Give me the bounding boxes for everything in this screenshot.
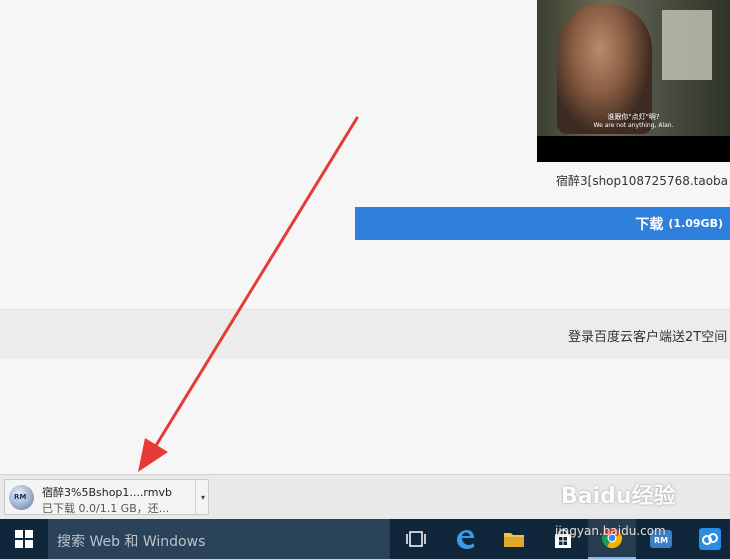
rm-file-icon: RM [9, 485, 34, 510]
taskbar: 搜索 Web 和 Windows RM [0, 519, 730, 559]
task-view-button[interactable] [392, 519, 440, 559]
task-view-icon [406, 531, 426, 547]
video-background-window [662, 10, 712, 80]
start-button[interactable] [0, 519, 48, 559]
video-caption: 宿醉3[shop108725768.taoba [556, 174, 729, 188]
search-box[interactable]: 搜索 Web 和 Windows [48, 519, 390, 559]
taskbar-baidu-cloud-button[interactable] [686, 519, 730, 559]
download-button-size: (1.09GB) [668, 217, 723, 230]
rm-file-icon-label: RM [14, 493, 27, 501]
video-thumbnail[interactable]: 谁跟你"点灯"啊? We are not anything, Alan. [537, 0, 730, 162]
video-subtitle-cn: 谁跟你"点灯"啊? [607, 113, 660, 121]
arrow-head [138, 438, 168, 472]
folder-icon [504, 533, 524, 547]
edge-icon [457, 530, 474, 549]
video-subtitle-en: We are not anything, Alan. [593, 122, 674, 129]
promo-text[interactable]: 登录百度云客户端送2T空间 [568, 326, 727, 345]
search-placeholder: 搜索 Web 和 Windows [57, 534, 206, 550]
taskbar-chrome-button[interactable] [588, 519, 636, 559]
store-icon [555, 529, 571, 548]
download-status: 已下载 0.0/1.1 GB，还... [42, 502, 170, 515]
download-item[interactable]: RM 宿醉3%5Bshop1....rmvb 已下载 0.0/1.1 GB，还.… [4, 479, 209, 515]
download-options-button[interactable]: ▾ [195, 480, 210, 514]
chevron-down-icon: ▾ [200, 492, 205, 502]
download-file-name: 宿醉3%5Bshop1....rmvb [42, 486, 172, 499]
download-button[interactable]: 下载 (1.09GB) [355, 207, 730, 240]
realplayer-icon-label: RM [654, 536, 668, 545]
chrome-icon [601, 528, 623, 549]
download-shelf: RM 宿醉3%5Bshop1....rmvb 已下载 0.0/1.1 GB，还.… [0, 474, 730, 520]
taskbar-explorer-button[interactable] [490, 519, 538, 559]
taskbar-player-button[interactable]: RM [637, 519, 685, 559]
web-page: 谁跟你"点灯"啊? We are not anything, Alan. 宿醉3… [0, 0, 730, 519]
promo-banner[interactable]: 登录百度云客户端送2T空间 [0, 309, 730, 359]
windows-logo-icon [15, 530, 33, 548]
realplayer-icon: RM [650, 530, 672, 548]
arrow-shaft [150, 116, 359, 454]
taskbar-store-button[interactable] [539, 519, 587, 559]
baidu-cloud-icon [699, 528, 721, 550]
taskbar-edge-button[interactable] [441, 519, 489, 559]
download-button-label: 下载 [635, 216, 664, 233]
